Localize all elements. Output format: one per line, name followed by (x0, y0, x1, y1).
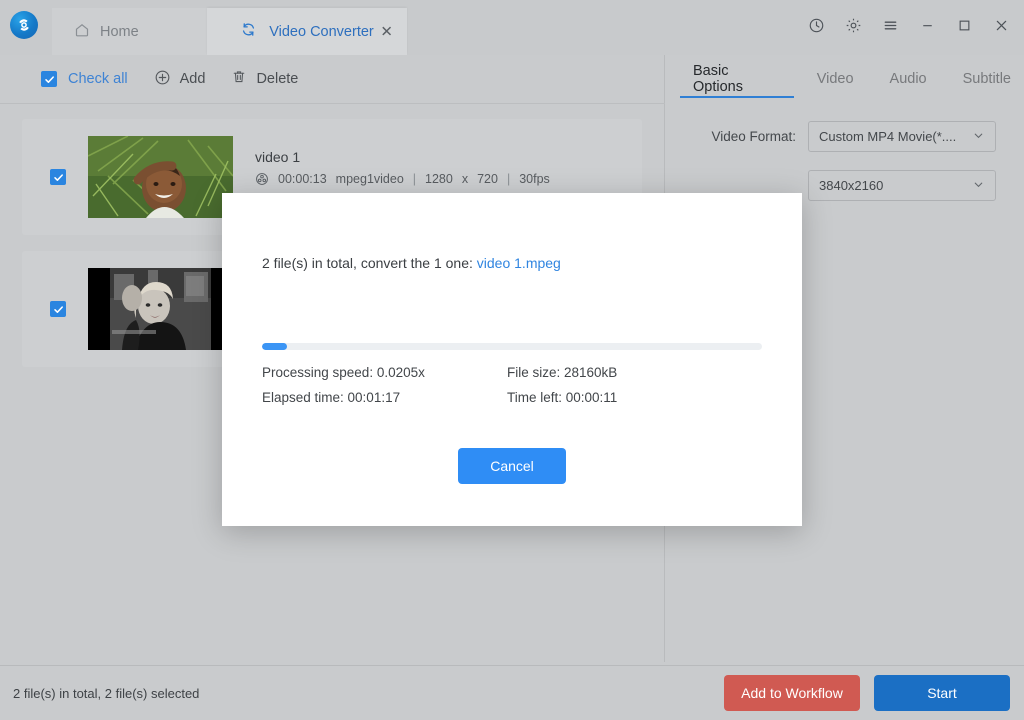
history-clock-icon[interactable] (801, 12, 831, 38)
check-all-button[interactable]: Check all (41, 71, 128, 87)
add-button[interactable]: Add (154, 69, 206, 90)
tab-subtitle[interactable]: Subtitle (950, 56, 1024, 102)
minimize-icon[interactable] (912, 12, 942, 38)
close-icon[interactable] (986, 12, 1016, 38)
dialog-message-prefix: 2 file(s) in total, convert the 1 one: (262, 255, 477, 271)
file-height: 720 (477, 172, 498, 186)
application-window: Home Video Converter ✕ Check all Add Del… (0, 0, 1024, 720)
tab-audio-label: Audio (889, 71, 927, 87)
tab-close-icon[interactable]: ✕ (380, 24, 393, 39)
file-video-meta: 00:00:13 mpeg1video | 1280 x 720 | 30fps (255, 172, 550, 186)
meta-separator-2: | (506, 172, 511, 186)
file-checkbox[interactable] (50, 169, 66, 185)
window-controls (801, 12, 1016, 38)
check-all-checkbox[interactable] (41, 71, 57, 87)
tab-basic-options[interactable]: Basic Options (680, 56, 794, 102)
menu-hamburger-icon[interactable] (875, 12, 905, 38)
app-logo-swirl-icon (10, 11, 38, 39)
video-format-row: Video Format: Custom MP4 Movie(*.... (666, 121, 1024, 152)
options-tabs: Basic Options Video Audio Subtitle (666, 55, 1024, 103)
add-label: Add (179, 71, 206, 87)
title-bar: Home Video Converter ✕ (0, 0, 1024, 55)
file-checkbox[interactable] (50, 301, 66, 317)
tab-strip: Home Video Converter ✕ (52, 8, 407, 55)
home-icon (74, 22, 90, 42)
dialog-message-filename[interactable]: video 1.mpeg (477, 255, 561, 271)
stat-processing-speed: Processing speed: 0.0205x (262, 365, 425, 380)
file-codec: mpeg1video (335, 172, 404, 186)
delete-button[interactable]: Delete (231, 69, 298, 89)
start-button[interactable]: Start (874, 675, 1010, 711)
bottom-bar-actions: Add to Workflow Start (724, 675, 1010, 711)
tab-home[interactable]: Home (52, 8, 207, 55)
trash-icon (231, 69, 247, 89)
file-width: 1280 (425, 172, 453, 186)
file-thumbnail (88, 268, 233, 350)
video-format-value: Custom MP4 Movie(*.... (819, 129, 957, 144)
stat-elapsed-time: Elapsed time: 00:01:17 (262, 390, 401, 405)
settings-gear-icon[interactable] (838, 12, 868, 38)
dialog-message: 2 file(s) in total, convert the 1 one: v… (262, 255, 561, 271)
progress-bar-fill (262, 343, 287, 350)
dimension-x: x (461, 172, 469, 186)
file-fps: 30fps (519, 172, 550, 186)
tab-video[interactable]: Video (804, 56, 867, 102)
tab-subtitle-label: Subtitle (962, 71, 1011, 87)
chevron-down-icon (972, 178, 985, 194)
progress-stats: Processing speed: 0.0205x File size: 281… (262, 365, 762, 405)
tab-home-label: Home (100, 23, 139, 40)
chevron-down-icon (972, 129, 985, 145)
resolution-value: 3840x2160 (819, 178, 884, 193)
tab-video-converter-label: Video Converter (269, 23, 374, 40)
list-toolbar: Check all Add Delete (0, 55, 665, 104)
video-format-label: Video Format: (711, 129, 796, 144)
plus-circle-icon (154, 69, 171, 90)
video-format-select[interactable]: Custom MP4 Movie(*.... (808, 121, 996, 152)
file-thumbnail (88, 136, 233, 218)
file-duration: 00:00:13 (278, 172, 327, 186)
stat-time-left: Time left: 00:00:11 (507, 390, 618, 405)
cancel-button[interactable]: Cancel (458, 448, 566, 484)
progress-bar (262, 343, 762, 350)
film-reel-icon (255, 172, 269, 186)
add-to-workflow-button[interactable]: Add to Workflow (724, 675, 860, 711)
tab-basic-options-label: Basic Options (693, 63, 743, 95)
maximize-icon[interactable] (949, 12, 979, 38)
bottom-bar: 2 file(s) in total, 2 file(s) selected A… (0, 665, 1024, 720)
meta-separator: | (412, 172, 417, 186)
refresh-convert-icon (240, 21, 257, 42)
resolution-select[interactable]: 3840x2160 (808, 170, 996, 201)
tab-video-converter[interactable]: Video Converter ✕ (207, 8, 407, 55)
check-all-label: Check all (68, 71, 128, 87)
file-name: video 1 (255, 149, 301, 165)
status-text: 2 file(s) in total, 2 file(s) selected (13, 685, 200, 701)
stat-file-size: File size: 28160kB (507, 365, 618, 380)
tab-video-label: Video (816, 71, 854, 87)
delete-label: Delete (256, 71, 299, 87)
tab-audio[interactable]: Audio (877, 56, 940, 102)
conversion-progress-dialog: 2 file(s) in total, convert the 1 one: v… (222, 193, 802, 526)
